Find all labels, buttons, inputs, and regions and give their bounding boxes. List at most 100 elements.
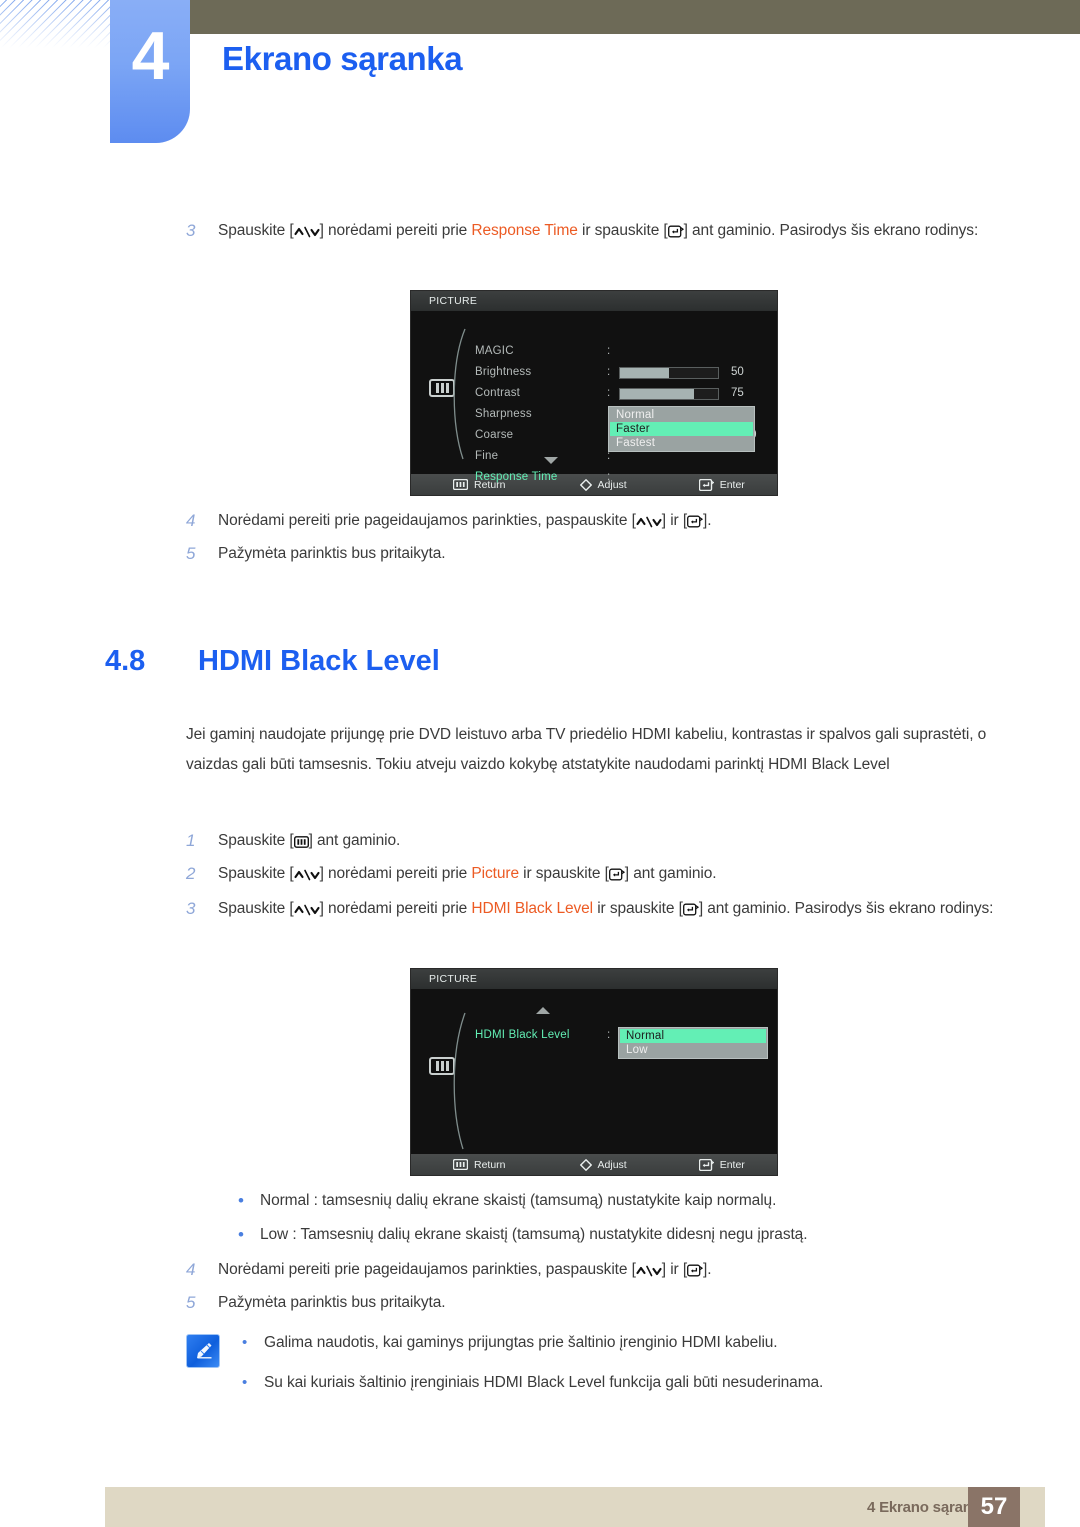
up-down-key-icon [294, 869, 320, 881]
highlight-term: Normal [260, 1192, 310, 1209]
osd-row-colon: : [607, 366, 611, 378]
enter-key-icon [608, 868, 625, 881]
osd-curve-decoration [453, 1012, 466, 1150]
osd-slider-fill [620, 389, 694, 399]
note-item: • Galima naudotis, kai gaminys prijungta… [242, 1330, 823, 1356]
step-item: 4 Norėdami pereiti prie pageidaujamos pa… [186, 1257, 996, 1283]
up-down-key-icon [636, 516, 662, 528]
osd-row-label: Brightness [475, 366, 532, 378]
highlight-term: HDMI Black Level [768, 756, 890, 773]
osd-row-label-hdmi-black-level: HDMI Black Level [475, 1029, 570, 1041]
note-text: Galima naudotis, kai gaminys prijungtas … [264, 1334, 778, 1351]
response-time-dropdown[interactable]: Normal Faster Fastest [608, 406, 755, 452]
highlight-term: Picture [471, 865, 519, 882]
bullet-text: Low : Tamsesnių dalių ekrane skaistį (ta… [260, 1226, 808, 1243]
step-index: 3 [186, 221, 196, 240]
step-item: 3 Spauskite [] norėdami pereiti prie HDM… [186, 896, 996, 922]
osd-hdmi-black-level: PICTURE HDMI Black Level : Normal Low Re… [410, 968, 778, 1176]
step-item: 3 Spauskite [] norėdami pereiti prie Res… [186, 218, 996, 244]
dropdown-option[interactable]: Normal [610, 408, 753, 422]
osd-row-colon: : [607, 471, 611, 483]
list-item: • Low : Tamsesnių dalių ekrane skaistį (… [238, 1222, 1018, 1248]
enter-key-icon [667, 225, 684, 238]
hdmi-black-level-dropdown[interactable]: Normal Low [618, 1027, 768, 1059]
step-item: 5 Pažymėta parinktis bus pritaikyta. [186, 1290, 996, 1316]
osd-slider[interactable] [619, 367, 719, 379]
dropdown-option[interactable]: Low [620, 1043, 766, 1057]
step-item: 4 Norėdami pereiti prie pageidaujamos pa… [186, 508, 996, 534]
step-text: Norėdami pereiti prie pageidaujamos pari… [218, 512, 712, 529]
osd-row-colon: : [607, 1029, 611, 1041]
osd-row-label: Fine [475, 450, 499, 462]
diamond-icon [579, 1158, 592, 1171]
enter-icon [698, 1158, 714, 1171]
bullet-dot: • [242, 1334, 248, 1351]
osd-footer-label: Adjust [597, 478, 627, 491]
enter-key-icon [687, 1264, 704, 1277]
osd-row-label: Contrast [475, 387, 521, 399]
up-down-key-icon [636, 1265, 662, 1277]
osd-row-label: Sharpness [475, 408, 532, 420]
menu-key-icon [293, 836, 309, 848]
step-index: 4 [186, 1260, 196, 1279]
osd-return-hint: Return [453, 1159, 506, 1171]
osd-row-label: MAGIC [475, 345, 514, 357]
osd-slider-fill [620, 368, 669, 378]
list-item: • Normal : tamsesnių dalių ekrane skaist… [238, 1188, 1018, 1214]
chapter-number: 4 [131, 18, 170, 94]
bullet-dot: • [238, 1191, 244, 1210]
diamond-icon [579, 478, 592, 491]
chevron-down-icon [544, 457, 558, 464]
osd-row-label: Response Time [475, 471, 558, 483]
osd-row-colon: : [607, 387, 611, 399]
highlight-term: HDMI Black Level [483, 1374, 606, 1391]
note-pen-icon [186, 1334, 220, 1368]
osd-footer-label: Return [474, 1158, 506, 1171]
osd-enter-hint: Enter [698, 1158, 745, 1171]
up-down-key-icon [294, 904, 320, 916]
section-intro-paragraph: Jei gaminį naudojate prijungę prie DVD l… [186, 726, 987, 773]
up-down-key-icon [294, 226, 320, 238]
step-text: Spauskite [] norėdami pereiti prie HDMI … [218, 900, 994, 917]
page-number: 57 [968, 1487, 1020, 1527]
dropdown-option[interactable]: Normal [620, 1029, 766, 1043]
highlight-term: HDMI Black Level [471, 900, 593, 917]
bullet-dot: • [242, 1374, 248, 1391]
menu-icon [453, 1159, 468, 1170]
osd-slider-value: 75 [731, 387, 744, 399]
dropdown-option[interactable]: Faster [610, 422, 753, 436]
step-item: 5 Pažymėta parinktis bus pritaikyta. [186, 541, 996, 567]
bullet-text: Normal : tamsesnių dalių ekrane skaistį … [260, 1192, 777, 1209]
step-index: 5 [186, 544, 196, 563]
chevron-up-icon [536, 1007, 550, 1014]
chapter-tab: 4 [110, 0, 190, 143]
chapter-title: Ekrano sąranka [222, 40, 463, 77]
osd-footer: Return Adjust Enter [411, 474, 777, 495]
step-item: 1 Spauskite [] ant gaminio. [186, 828, 996, 854]
note-item: • Su kai kuriais šaltinio įrenginiais HD… [242, 1370, 823, 1396]
highlight-term: HDMI [631, 726, 671, 743]
osd-title: PICTURE [411, 969, 777, 989]
osd-footer: Return Adjust Enter [411, 1154, 777, 1175]
osd-curve-decoration [453, 328, 466, 460]
osd-adjust-hint: Adjust [579, 1158, 627, 1171]
highlight-term: Low [260, 1226, 289, 1243]
highlight-term: Response Time [471, 222, 578, 239]
dropdown-option[interactable]: Fastest [610, 436, 753, 450]
pen-icon [197, 1343, 212, 1359]
osd-adjust-hint: Adjust [579, 478, 627, 491]
step-index: 3 [186, 899, 196, 918]
bullet-dot: • [238, 1225, 244, 1244]
osd-slider[interactable] [619, 388, 719, 400]
section-heading: 4.8 HDMI Black Level [105, 645, 440, 678]
osd-picture-response-time: PICTURE MAGIC: Brightness: 50 Contrast: 75 Sh… [410, 290, 778, 496]
section-title: HDMI Black Level [198, 645, 440, 677]
step-text: Pažymėta parinktis bus pritaikyta. [218, 545, 446, 562]
step-index: 4 [186, 511, 196, 530]
osd-slider-value: 50 [731, 366, 744, 378]
note-items: • Galima naudotis, kai gaminys prijungta… [242, 1330, 823, 1410]
enter-key-icon [682, 903, 699, 916]
enter-key-icon [687, 515, 704, 528]
note-text: Su kai kuriais šaltinio įrenginiais HDMI… [264, 1374, 824, 1391]
header-olive-bar [190, 0, 1080, 34]
